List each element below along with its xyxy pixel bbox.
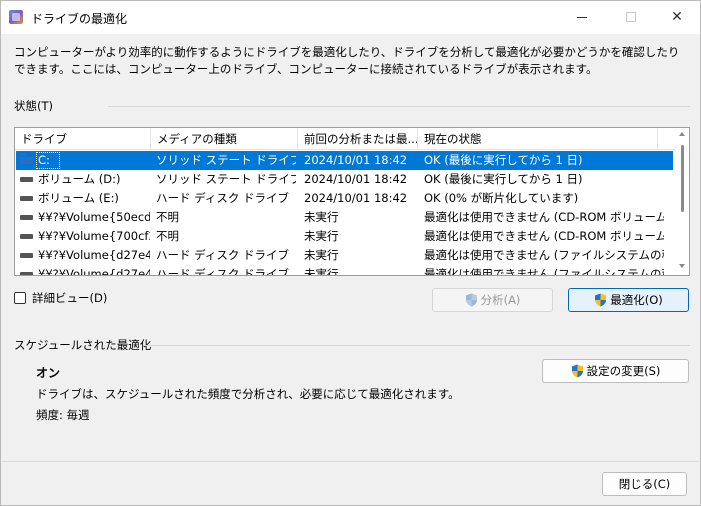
current-status: OK (0% が断片化しています) xyxy=(424,191,579,205)
drive-name: ¥¥?¥Volume{d27e4... xyxy=(38,248,150,262)
current-status: OK (最後に実行してから 1 日) xyxy=(424,172,583,186)
media-type: ハード ディスク ドライブ xyxy=(156,191,290,205)
advanced-view-checkbox[interactable] xyxy=(14,292,26,304)
minimize-icon xyxy=(577,16,587,18)
scheduled-optimization-heading: スケジュールされた最適化 xyxy=(14,338,152,352)
schedule-status: オン xyxy=(36,366,61,380)
defrag-app-icon xyxy=(9,10,23,24)
scheduled-group-divider xyxy=(143,345,690,346)
schedule-description: ドライブは、スケジュールされた頻度で分析され、必要に応じて最適化されます。 xyxy=(36,387,460,401)
drive-row[interactable]: ¥¥?¥Volume{d27e4... ハード ディスク ドライブ 未実行 最適… xyxy=(16,246,673,265)
media-type: ソリッド ステート ドライブ xyxy=(156,153,296,167)
drive-icon xyxy=(20,253,33,258)
title-bar: ドライブの最適化 ✕ xyxy=(1,1,700,34)
description-text: コンピューターがより効率的に動作するようにドライブを最適化したり、ドライブを分析… xyxy=(14,45,680,76)
drive-name: ボリューム (D:) xyxy=(38,172,121,186)
media-type: 不明 xyxy=(156,229,179,243)
last-run: 未実行 xyxy=(304,267,339,276)
drive-row[interactable]: ¥¥?¥Volume{d27e4... ハード ディスク ドライブ 未実行 最適… xyxy=(16,265,673,276)
scroll-down-arrow-icon[interactable] xyxy=(679,264,685,268)
uac-shield-icon xyxy=(465,293,477,307)
drive-row[interactable]: ¥¥?¥Volume{700cf2... 不明 未実行 最適化は使用できません … xyxy=(16,227,673,246)
defrag-window: ドライブの最適化 ✕ コンピューターがより効率的に動作するようにドライブを最適化… xyxy=(0,0,701,506)
last-run: 未実行 xyxy=(304,229,339,243)
media-type: 不明 xyxy=(156,210,179,224)
last-run: 2024/10/01 18:42 xyxy=(304,153,408,167)
analyze-button[interactable]: 分析(A) xyxy=(432,288,553,312)
drive-name: ¥¥?¥Volume{700cf2... xyxy=(38,229,150,243)
last-run: 未実行 xyxy=(304,210,339,224)
optimize-button[interactable]: 最適化(O) xyxy=(568,288,689,312)
status-group-label: 状態(T) xyxy=(14,99,53,113)
media-type: ハード ディスク ドライブ xyxy=(156,267,290,276)
drive-icon xyxy=(20,234,33,239)
last-run: 未実行 xyxy=(304,248,339,262)
close-button[interactable]: 閉じる(C) xyxy=(602,472,687,496)
system-drive-icon xyxy=(20,153,33,164)
optimize-button-label: 最適化(O) xyxy=(610,293,663,307)
drive-icon xyxy=(20,196,33,201)
drive-icon xyxy=(20,177,33,182)
window-title: ドライブの最適化 xyxy=(31,12,128,26)
advanced-view-toggle[interactable]: 詳細ビュー(D) xyxy=(14,290,107,306)
drive-name: C: xyxy=(38,153,50,167)
current-status: 最適化は使用できません (ファイルシステムの種... xyxy=(424,267,664,276)
maximize-icon xyxy=(626,12,636,22)
last-run: 2024/10/01 18:42 xyxy=(304,191,408,205)
change-settings-button[interactable]: 設定の変更(S) xyxy=(542,359,689,383)
last-run: 2024/10/01 18:42 xyxy=(304,172,408,186)
advanced-view-label: 詳細ビュー(D) xyxy=(32,291,108,305)
minimize-button[interactable] xyxy=(559,1,605,33)
schedule-frequency: 頻度: 毎週 xyxy=(36,408,90,422)
column-last-run[interactable]: 前回の分析または最... xyxy=(298,128,418,150)
drive-icon xyxy=(20,215,33,220)
drive-row[interactable]: ボリューム (E:) ハード ディスク ドライブ 2024/10/01 18:4… xyxy=(16,189,673,208)
drive-row[interactable]: C: ソリッド ステート ドライブ 2024/10/01 18:42 OK (最… xyxy=(16,151,673,170)
drive-name: ¥¥?¥Volume{50ecd... xyxy=(38,210,150,224)
column-media-type[interactable]: メディアの種類 xyxy=(151,128,298,150)
close-icon: ✕ xyxy=(671,9,683,25)
status-group-divider xyxy=(108,106,690,107)
dialog-footer xyxy=(2,461,699,505)
drive-row[interactable]: ¥¥?¥Volume{50ecd... 不明 未実行 最適化は使用できません (… xyxy=(16,208,673,227)
uac-shield-icon xyxy=(595,293,607,307)
media-type: ハード ディスク ドライブ xyxy=(156,248,290,262)
drive-row[interactable]: ボリューム (D:) ソリッド ステート ドライブ 2024/10/01 18:… xyxy=(16,170,673,189)
drive-name: ¥¥?¥Volume{d27e4... xyxy=(38,267,150,276)
current-status: 最適化は使用できません (CD-ROM ボリューム) xyxy=(424,210,664,224)
media-type: ソリッド ステート ドライブ xyxy=(156,172,296,186)
vertical-scrollbar[interactable] xyxy=(676,128,689,275)
drive-icon xyxy=(20,272,33,275)
column-current-status[interactable]: 現在の状態 xyxy=(418,128,658,150)
current-status: OK (最後に実行してから 1 日) xyxy=(424,153,583,167)
analyze-button-label: 分析(A) xyxy=(480,293,521,307)
current-status: 最適化は使用できません (CD-ROM ボリューム) xyxy=(424,229,664,243)
column-drive[interactable]: ドライブ xyxy=(15,128,151,150)
scroll-up-arrow-icon[interactable] xyxy=(679,132,685,136)
maximize-button xyxy=(608,1,654,33)
drive-list[interactable]: ドライブ メディアの種類 前回の分析または最... 現在の状態 C: ソリッド … xyxy=(14,127,690,276)
close-window-button[interactable]: ✕ xyxy=(654,1,700,33)
uac-shield-icon xyxy=(571,364,583,378)
change-settings-label: 設定の変更(S) xyxy=(586,364,661,378)
drive-name: ボリューム (E:) xyxy=(38,191,119,205)
current-status: 最適化は使用できません (ファイルシステムの種... xyxy=(424,248,664,262)
scroll-thumb[interactable] xyxy=(681,145,684,212)
drive-list-header: ドライブ メディアの種類 前回の分析または最... 現在の状態 xyxy=(15,128,675,150)
